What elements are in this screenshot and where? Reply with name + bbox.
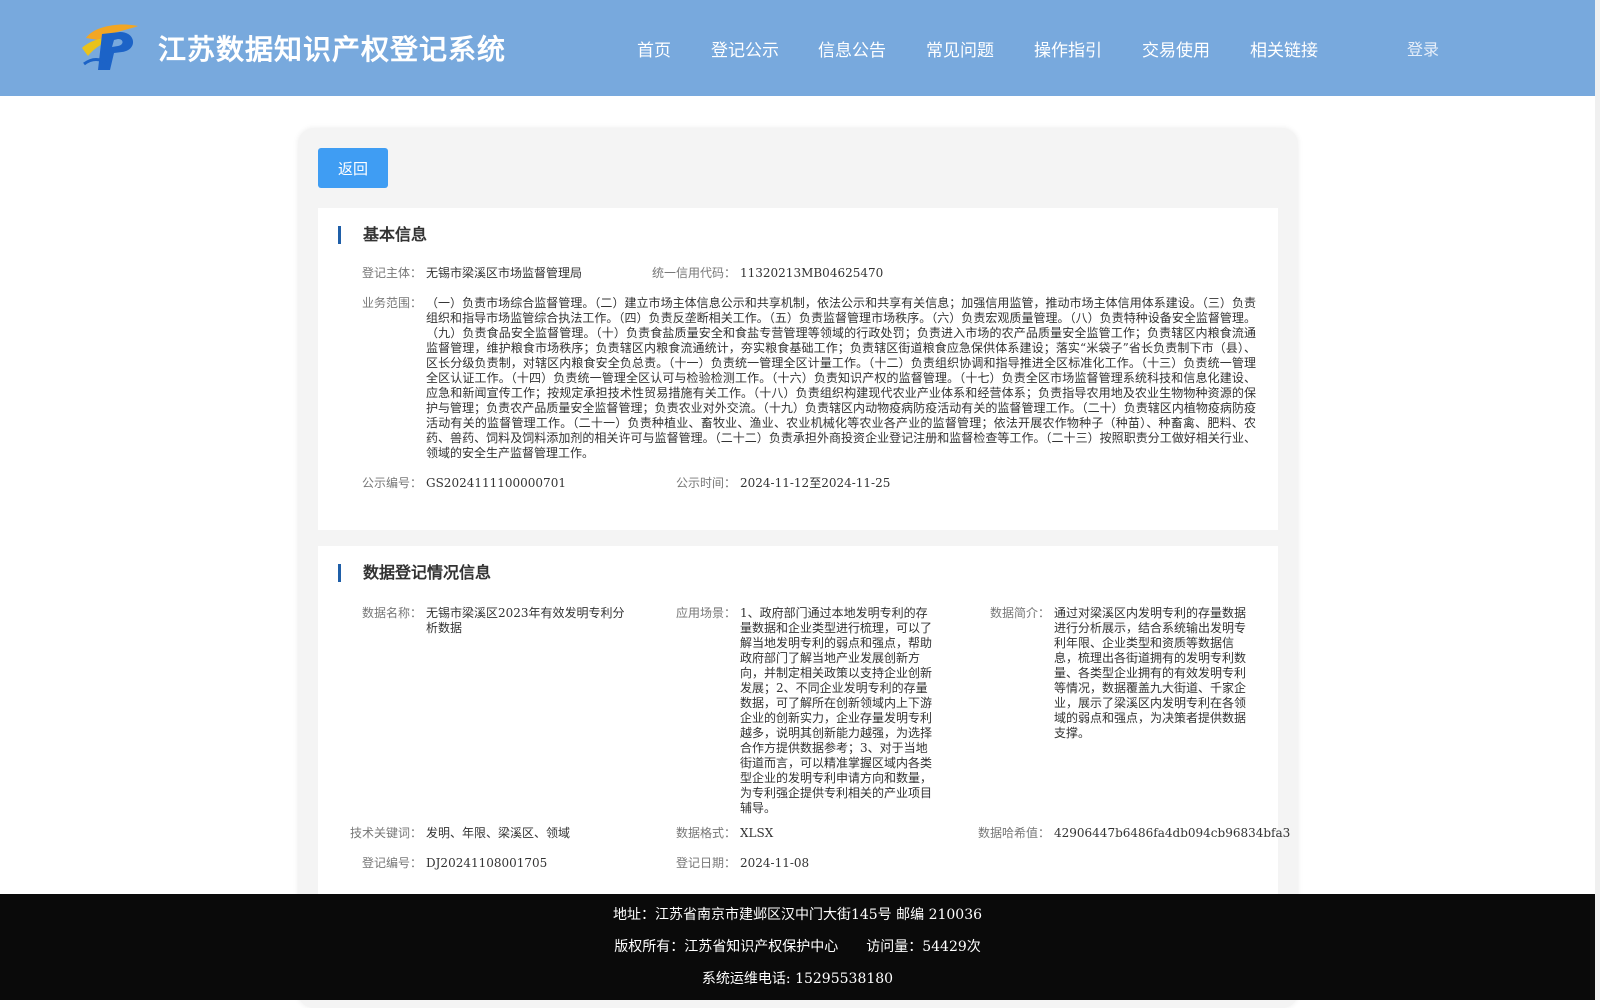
scene-label: 应用场景： bbox=[675, 606, 736, 620]
nav-faq[interactable]: 常见问题 bbox=[926, 36, 994, 61]
publicity-time-label: 公示时间： bbox=[675, 476, 736, 490]
publicity-number-label: 公示编号： bbox=[361, 476, 422, 490]
keywords-label: 技术关键词： bbox=[349, 826, 422, 840]
top-header: 江苏数据知识产权登记系统 首页 登记公示 信息公告 常见问题 操作指引 交易使用… bbox=[0, 0, 1595, 96]
format-value: XLSX bbox=[740, 826, 774, 840]
publicity-time-value: 2024-11-12至2024-11-25 bbox=[740, 476, 891, 490]
data-name-value: 无锡市梁溪区2023年有效发明专利分析数据 bbox=[426, 606, 625, 635]
site-footer: 地址：江苏省南京市建邺区汉中门大街145号 邮编 210036 版权所有：江苏省… bbox=[0, 894, 1595, 1000]
nav-related-links[interactable]: 相关链接 bbox=[1250, 36, 1318, 61]
publicity-number-value: GS2024111100000701 bbox=[426, 476, 566, 490]
site-logo[interactable] bbox=[80, 20, 140, 72]
hash-label: 数据哈希值： bbox=[977, 826, 1050, 840]
page-scrollbar[interactable] bbox=[1595, 0, 1600, 1000]
registration-number-label: 登记编号： bbox=[361, 856, 422, 870]
nav-home[interactable]: 首页 bbox=[637, 36, 671, 61]
data-registration-heading: 数据登记情况信息 bbox=[338, 564, 491, 582]
registration-number-value: DJ20241108001705 bbox=[426, 856, 548, 870]
scope-value: （一）负责市场综合监督管理。（二）建立市场主体信息公示和共享机制，依法公示和共享… bbox=[426, 296, 1256, 460]
detail-container: 返回 基本信息 登记主体： 无锡市梁溪区市场监督管理局 统一信用代码： 1132… bbox=[298, 128, 1298, 1008]
hash-value: 42906447b6486fa4db094cb96834bfa3 bbox=[1054, 826, 1291, 840]
footer-phone: 系统运维电话: 15295538180 bbox=[701, 971, 894, 987]
login-link[interactable]: 登录 bbox=[1407, 36, 1439, 60]
registration-date-label: 登记日期： bbox=[675, 856, 736, 870]
intro-label: 数据简介： bbox=[989, 606, 1050, 620]
credit-code-label: 统一信用代码： bbox=[651, 266, 736, 280]
back-button[interactable]: 返回 bbox=[318, 148, 388, 188]
nav-registration-publicity[interactable]: 登记公示 bbox=[711, 36, 779, 61]
site-title: 江苏数据知识产权登记系统 bbox=[158, 33, 507, 66]
keywords-value: 发明、年限、梁溪区、领域 bbox=[426, 826, 571, 840]
subject-label: 登记主体： bbox=[361, 266, 422, 280]
data-name-label: 数据名称： bbox=[361, 606, 422, 620]
format-label: 数据格式： bbox=[675, 826, 736, 840]
basic-info-panel: 基本信息 登记主体： 无锡市梁溪区市场监督管理局 统一信用代码： 1132021… bbox=[318, 208, 1278, 530]
nav-announcements[interactable]: 信息公告 bbox=[818, 36, 886, 61]
nav-trade-use[interactable]: 交易使用 bbox=[1142, 36, 1210, 61]
registration-date-value: 2024-11-08 bbox=[740, 856, 810, 870]
data-registration-panel: 数据登记情况信息 数据名称： 无锡市梁溪区2023年有效发明专利分析数据 应用场… bbox=[318, 546, 1290, 946]
credit-code-value: 11320213MB04625470 bbox=[740, 266, 884, 280]
scope-label: 业务范围： bbox=[361, 296, 422, 310]
scene-value: 1、政府部门通过本地发明专利的存量数据和企业类型进行梳理，可以了解当地发明专利的… bbox=[740, 606, 933, 815]
basic-info-heading: 基本信息 bbox=[338, 226, 427, 244]
nav-guide[interactable]: 操作指引 bbox=[1034, 36, 1102, 61]
intro-value: 通过对梁溪区内发明专利的存量数据进行分析展示，结合系统输出发明专利年限、企业类型… bbox=[1054, 606, 1247, 740]
footer-copyright: 版权所有：江苏省知识产权保护中心 访问量：54429次 bbox=[614, 939, 981, 955]
footer-address: 地址：江苏省南京市建邺区汉中门大街145号 邮编 210036 bbox=[612, 907, 983, 923]
subject-value: 无锡市梁溪区市场监督管理局 bbox=[426, 266, 583, 280]
